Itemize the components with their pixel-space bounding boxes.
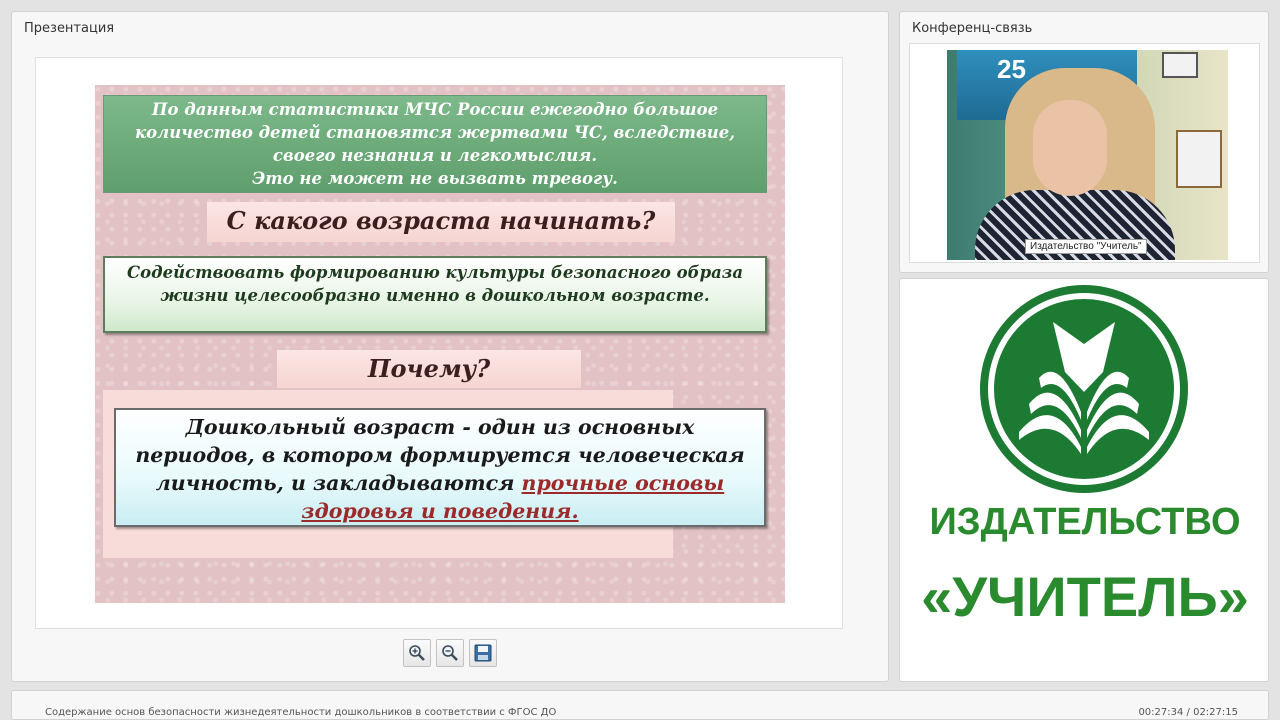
heading-why: Почему? <box>277 350 581 388</box>
brand-line2: «УЧИТЕЛЬ» <box>921 565 1249 628</box>
stats-box: По данным статистики МЧС России ежегодно… <box>103 95 767 193</box>
slide: По данным статистики МЧС России ежегодно… <box>95 85 785 603</box>
playback-time: 00:27:34 / 02:27:15 <box>1138 707 1238 718</box>
preschool-box: Дошкольный возраст - один из основных пе… <box>114 408 766 527</box>
webinar-title: Содержание основ безопасности жизнедеяте… <box>45 707 557 718</box>
wall-certificate <box>1176 130 1222 188</box>
webcam-video[interactable]: 25 Издательство "Учитель" <box>947 50 1228 260</box>
zoom-out-button[interactable] <box>436 639 464 667</box>
zoom-out-icon <box>442 645 458 661</box>
video-frame: 25 Издательство "Учитель" <box>909 43 1260 263</box>
wall-frame <box>1162 52 1198 78</box>
heading-age: С какого возраста начинать? <box>207 202 675 242</box>
save-button[interactable] <box>469 639 497 667</box>
speaker-face <box>1033 100 1107 196</box>
logo-panel: ИЗДАТЕЛЬСТВО «УЧИТЕЛЬ» <box>899 278 1269 682</box>
zoom-in-button[interactable] <box>403 639 431 667</box>
stats-text-2: Это не может не вызвать тревогу. <box>252 169 618 188</box>
zoom-in-icon <box>409 645 425 661</box>
conference-panel: Конференц-связь 25 Издательство "Учитель… <box>899 11 1269 273</box>
conference-title: Конференц-связь <box>912 21 1033 36</box>
save-icon <box>474 644 492 662</box>
slide-frame: По данным статистики МЧС России ежегодно… <box>35 57 843 629</box>
culture-box: Содействовать формированию культуры безо… <box>103 256 767 333</box>
presentation-title: Презентация <box>24 21 115 36</box>
publisher-logo-icon <box>980 285 1188 493</box>
stats-text: По данным статистики МЧС России ежегодно… <box>134 100 736 165</box>
footer-bar: Содержание основ безопасности жизнедеяте… <box>11 690 1269 720</box>
presentation-panel: Презентация По данным статистики МЧС Рос… <box>11 11 889 682</box>
video-caption: Издательство "Учитель" <box>1025 239 1147 254</box>
brand-line1: ИЗДАТЕЛЬСТВО <box>929 501 1241 543</box>
